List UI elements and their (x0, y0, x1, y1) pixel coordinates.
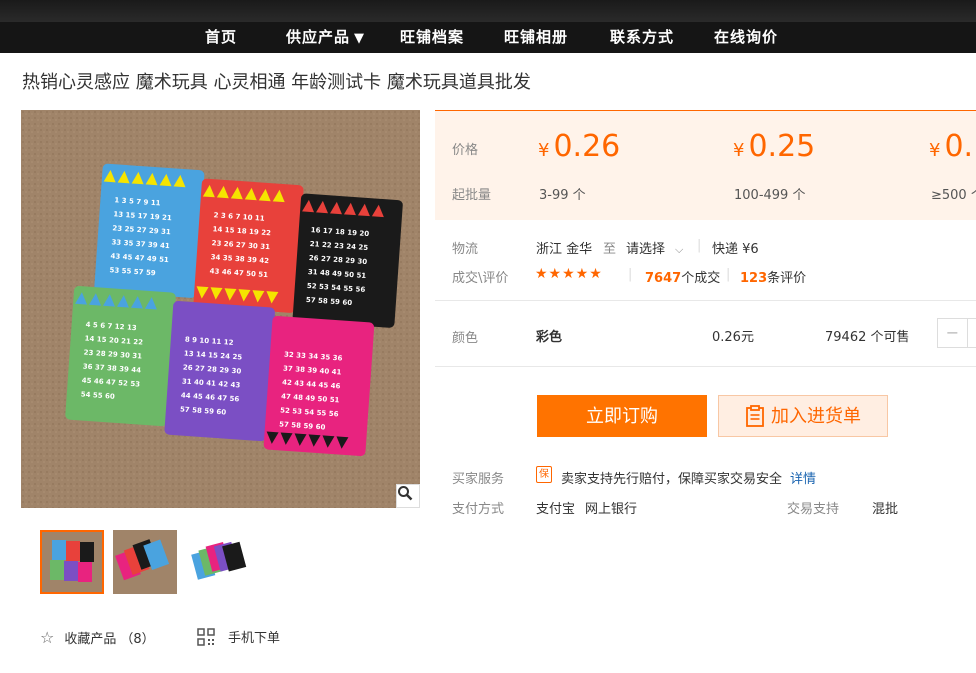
service-text: 卖家支持先行赔付，保障买家交易安全 (561, 472, 783, 487)
thumbnail-image (113, 530, 177, 594)
shop-navbar: 首页 供应产品 ▼ 旺铺档案 旺铺相册 联系方式 在线询价 (0, 22, 976, 53)
currency-symbol: ¥ (929, 140, 941, 161)
deals-number: 7647 (645, 271, 682, 286)
service-label: 买家服务 (452, 472, 505, 487)
cards-photo: 1 3 5 7 9 1113 15 17 19 2123 25 27 29 31… (21, 110, 420, 508)
rating-stars: ★★★★★ (535, 266, 603, 282)
top-banner-strip (0, 0, 976, 22)
currency-symbol: ¥ (538, 140, 550, 161)
price-tier-1: ¥0.26 (538, 129, 620, 164)
service-detail-link[interactable]: 详情 (790, 468, 816, 487)
chevron-down-icon: ⌵ (675, 243, 684, 256)
reviews-number: 123 (740, 271, 768, 286)
price-tier-3: ¥0. (929, 129, 973, 164)
nav-shop-album[interactable]: 旺铺相册 (504, 22, 568, 53)
logistics-label: 物流 (452, 242, 479, 257)
deals-count[interactable]: 7647个成交 (645, 267, 720, 286)
nav-products[interactable]: 供应产品 ▼ (286, 22, 365, 53)
moq-tier-3: ≥500 个 (931, 188, 976, 203)
mobile-order-label: 手机下单 (228, 631, 281, 646)
payment-method-bank: 网上银行 (585, 502, 638, 517)
thumbnail-3[interactable] (186, 530, 250, 594)
nav-home[interactable]: 首页 (205, 22, 237, 53)
price-label: 价格 (452, 143, 479, 158)
price-value: 0.25 (748, 129, 816, 164)
favorite-label: 收藏产品 (64, 632, 117, 647)
payment-method-alipay: 支付宝 (536, 502, 576, 517)
price-value: 0.26 (553, 129, 621, 164)
zoom-button[interactable] (396, 484, 420, 508)
reviews-count[interactable]: 123条评价 (740, 267, 806, 286)
destination-select-label: 请选择 (626, 242, 666, 257)
deals-text: 个成交 (681, 271, 721, 286)
nav-products-label: 供应产品 (286, 28, 351, 46)
trade-support-value: 混批 (872, 502, 899, 517)
logistics-to: 至 (603, 242, 617, 257)
reviews-text: 条评价 (767, 271, 807, 286)
reviews-label: 成交\评价 (452, 271, 509, 286)
moq-label: 起批量 (452, 188, 492, 203)
currency-symbol: ¥ (733, 140, 745, 161)
thumbnail-2[interactable] (113, 530, 177, 594)
add-to-cart-label: 加入进货单 (771, 406, 861, 426)
guarantee-shield-icon: 保 (536, 466, 552, 483)
product-title: 热销心灵感应 魔术玩具 心灵相通 年龄测试卡 魔术玩具道具批发 (22, 72, 531, 93)
variant-stock: 79462 个可售 (825, 330, 910, 345)
moq-tier-2: 100-499 个 (734, 188, 806, 203)
dropdown-arrow-icon: ▼ (354, 31, 366, 46)
thumbnail-1[interactable] (40, 530, 104, 594)
divider: | (697, 238, 702, 253)
mobile-order[interactable]: 手机下单 (197, 627, 280, 646)
nav-inquiry[interactable]: 在线询价 (714, 22, 778, 53)
favorite-count: （8） (120, 632, 155, 647)
price-value: 0. (944, 129, 974, 164)
quantity-stepper[interactable]: − (937, 318, 976, 348)
magnifier-icon (398, 486, 413, 501)
destination-select[interactable]: 请选择 ⌵ (626, 238, 683, 257)
moq-tier-1: 3-99 个 (539, 188, 586, 203)
divider: | (726, 267, 731, 282)
nav-contact[interactable]: 联系方式 (610, 22, 674, 53)
section-divider (435, 300, 976, 301)
payment-label: 支付方式 (452, 502, 505, 517)
divider: | (628, 267, 633, 282)
price-tier-2: ¥0.25 (733, 129, 815, 164)
product-main-image[interactable]: 1 3 5 7 9 11 13 15 17 19 21 23 25 27 29 31… (21, 110, 420, 508)
color-label: 颜色 (452, 331, 479, 346)
qr-code-icon (197, 627, 215, 646)
star-outline-icon: ☆ (40, 628, 55, 647)
clipboard-icon (746, 405, 764, 427)
favorite-product[interactable]: ☆ 收藏产品 （8） (40, 628, 155, 647)
section-divider (435, 366, 976, 367)
trade-support-label: 交易支持 (787, 502, 840, 517)
logistics-origin: 浙江 金华 (536, 242, 593, 257)
thumbnail-image (42, 532, 102, 592)
buy-now-button[interactable]: 立即订购 (537, 395, 707, 437)
price-panel: 价格 起批量 ¥0.26 ¥0.25 ¥0. 3-99 个 100-499 个 … (435, 110, 976, 220)
variant-price: 0.26元 (712, 330, 754, 345)
color-option: 彩色 (536, 330, 563, 345)
nav-shop-profile[interactable]: 旺铺档案 (400, 22, 464, 53)
quantity-decrease-button[interactable]: − (938, 319, 968, 347)
add-to-cart-button[interactable]: 加入进货单 (718, 395, 888, 437)
thumbnail-image (186, 530, 250, 594)
shipping-fee: 快递 ¥6 (712, 242, 759, 257)
